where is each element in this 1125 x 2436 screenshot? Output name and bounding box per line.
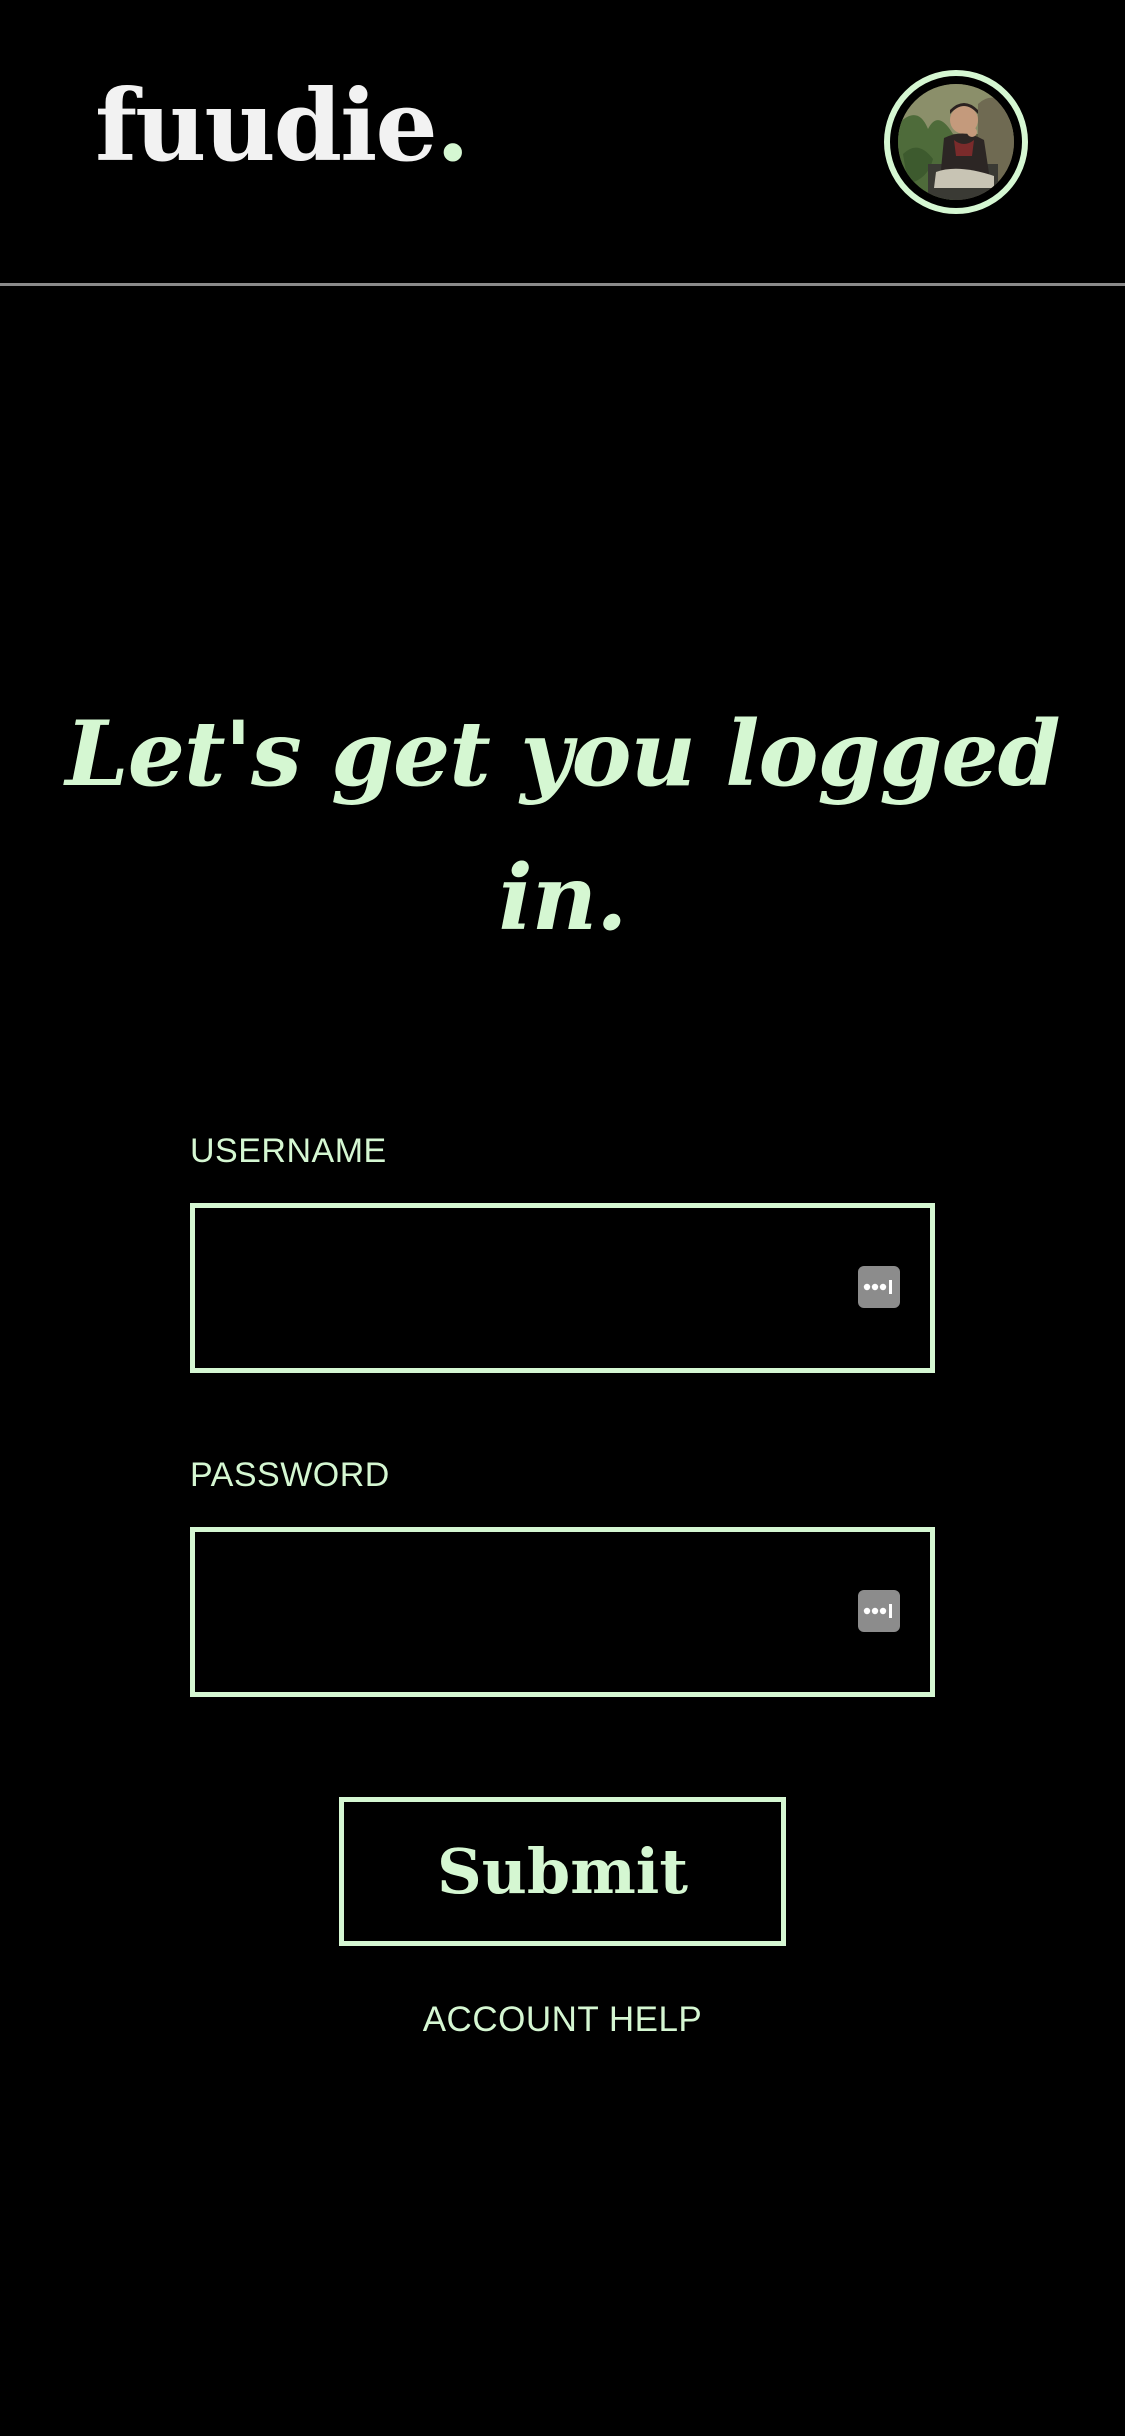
- app-header: fuudie.: [0, 0, 1125, 286]
- avatar[interactable]: [884, 70, 1028, 214]
- submit-button[interactable]: Submit: [339, 1797, 786, 1946]
- headline-line-1: Let's get you logged: [65, 701, 1060, 807]
- avatar-photo: [898, 84, 1014, 200]
- logo-text: fuudie: [95, 69, 438, 184]
- autofill-key-icon[interactable]: [858, 1590, 900, 1632]
- page-headline: Let's get you logged in.: [0, 682, 1125, 970]
- password-input[interactable]: [215, 1532, 839, 1694]
- autofill-key-icon[interactable]: [858, 1266, 900, 1308]
- username-label: USERNAME: [190, 1132, 387, 1170]
- account-help-link[interactable]: ACCOUNT HELP: [0, 2000, 1125, 2040]
- username-input[interactable]: [215, 1208, 839, 1370]
- password-field[interactable]: [190, 1527, 935, 1697]
- fuudie-logo[interactable]: fuudie.: [95, 78, 470, 176]
- logo-dot: .: [435, 69, 470, 184]
- username-field[interactable]: [190, 1203, 935, 1373]
- headline-line-2: in.: [498, 845, 628, 951]
- password-label: PASSWORD: [190, 1456, 390, 1494]
